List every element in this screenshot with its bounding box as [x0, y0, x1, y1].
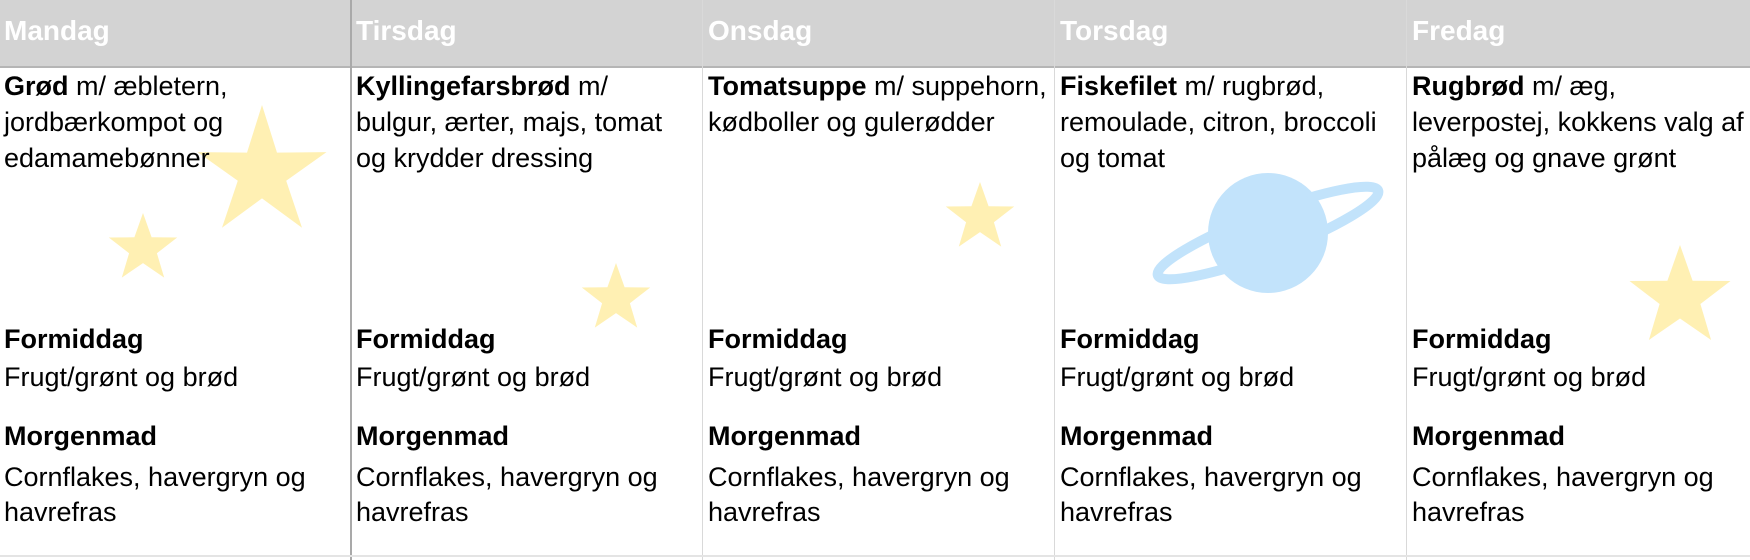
breakfast-title: Morgenmad	[1412, 421, 1566, 451]
lunch-dish: Grød	[4, 71, 69, 101]
breakfast-title: Morgenmad	[708, 421, 862, 451]
table-bottom-border	[0, 555, 1750, 557]
snack-title: Formiddag	[1060, 324, 1200, 354]
weekly-menu-table: Mandag Tirsdag Onsdag Torsdag Fredag Grø…	[0, 0, 1750, 560]
snack-text: Frugt/grønt og brød	[708, 362, 943, 392]
breakfast-text: Cornflakes, havergryn og havrefras	[708, 462, 1010, 527]
weekday-header-row: Mandag Tirsdag Onsdag Torsdag Fredag	[0, 0, 1750, 68]
snack-text: Frugt/grønt og brød	[4, 362, 239, 392]
lunch-text: Rugbrød m/ æg, leverpostej, kokkens valg…	[1412, 68, 1750, 176]
day-column-onsdag: Tomatsuppe m/ suppehorn, kødboller og gu…	[704, 68, 1054, 554]
lunch-dish: Kyllingefarsbrød	[356, 71, 571, 101]
day-column-mandag: Grød m/ æbletern, jordbærkompot og edama…	[0, 68, 350, 554]
breakfast-text: Cornflakes, havergryn og havrefras	[356, 462, 658, 527]
breakfast-text: Cornflakes, havergryn og havrefras	[1060, 462, 1362, 527]
lunch-dish: Fiskefilet	[1060, 71, 1178, 101]
day-column-fredag: Rugbrød m/ æg, leverpostej, kokkens valg…	[1408, 68, 1750, 554]
lunch-dish: Tomatsuppe	[708, 71, 867, 101]
snack-title: Formiddag	[1412, 324, 1552, 354]
snack-text: Frugt/grønt og brød	[356, 362, 591, 392]
snack-text: Frugt/grønt og brød	[1412, 362, 1647, 392]
snack-title: Formiddag	[4, 324, 144, 354]
lunch-text: Fiskefilet m/ rugbrød, remoulade, citron…	[1060, 68, 1400, 176]
lunch-text: Kyllingefarsbrød m/ bulgur, ærter, majs,…	[356, 68, 696, 176]
breakfast-text: Cornflakes, havergryn og havrefras	[4, 462, 306, 527]
breakfast-title: Morgenmad	[4, 421, 158, 451]
day-column-tirsdag: Kyllingefarsbrød m/ bulgur, ærter, majs,…	[352, 68, 702, 554]
day-header-fredag: Fredag	[1412, 15, 1506, 46]
column-divider	[1406, 0, 1407, 560]
column-divider	[702, 0, 703, 560]
lunch-text: Grød m/ æbletern, jordbærkompot og edama…	[4, 68, 344, 176]
day-column-torsdag: Fiskefilet m/ rugbrød, remoulade, citron…	[1056, 68, 1406, 554]
day-header-tirsdag: Tirsdag	[356, 15, 457, 46]
snack-title: Formiddag	[356, 324, 496, 354]
lunch-dish: Rugbrød	[1412, 71, 1525, 101]
day-header-torsdag: Torsdag	[1060, 15, 1169, 46]
day-header-mandag: Mandag	[4, 15, 110, 46]
column-divider	[1054, 0, 1055, 560]
breakfast-title: Morgenmad	[356, 421, 510, 451]
breakfast-text: Cornflakes, havergryn og havrefras	[1412, 462, 1714, 527]
day-header-onsdag: Onsdag	[708, 15, 813, 46]
snack-text: Frugt/grønt og brød	[1060, 362, 1295, 392]
lunch-text: Tomatsuppe m/ suppehorn, kødboller og gu…	[708, 68, 1048, 140]
breakfast-title: Morgenmad	[1060, 421, 1214, 451]
snack-title: Formiddag	[708, 324, 848, 354]
